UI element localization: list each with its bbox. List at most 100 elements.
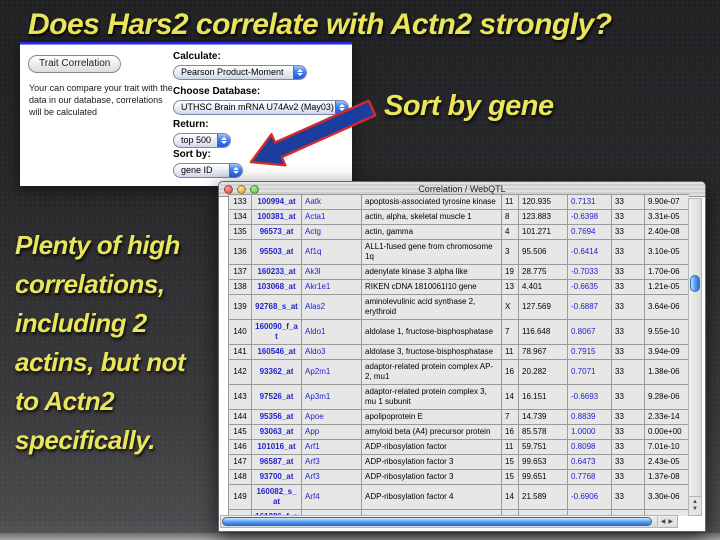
calculate-select[interactable]: Pearson Product-Moment <box>173 65 307 80</box>
cell-pos: 99.651 <box>519 470 568 485</box>
cell-corr: -0.6906 <box>568 485 612 510</box>
cell-p: 7.01e-10 <box>645 440 690 455</box>
cell-probe[interactable]: 96587_at <box>252 455 302 470</box>
cell-chr: 16 <box>502 360 519 385</box>
cell-p: 3.30e-06 <box>645 485 690 510</box>
vertical-scrollbar-thumb[interactable] <box>690 275 700 292</box>
cell-idx: 140 <box>229 320 252 345</box>
trait-correlation-button[interactable]: Trait Correlation <box>28 55 121 73</box>
table-row: 140160090_f_atAldo1aldolase 1, fructose-… <box>229 320 690 345</box>
cell-p: 2.40e-08 <box>645 225 690 240</box>
cell-probe[interactable]: 93063_at <box>252 425 302 440</box>
scroll-left-icon[interactable]: ◀ <box>661 519 666 525</box>
cell-gene[interactable]: Arf4 <box>302 485 362 510</box>
cell-probe[interactable]: 101016_at <box>252 440 302 455</box>
table-row: 13992768_s_atAlas2aminolevulinic acid sy… <box>229 295 690 320</box>
cell-desc: actin, gamma <box>362 225 502 240</box>
close-button[interactable] <box>224 185 233 194</box>
cell-probe[interactable]: 160082_s_at <box>252 485 302 510</box>
form-description: Your can compare your trait with the dat… <box>29 82 177 118</box>
cell-probe[interactable]: 93700_at <box>252 470 302 485</box>
cell-n: 33 <box>612 410 645 425</box>
cell-gene[interactable]: Acta1 <box>302 210 362 225</box>
cell-probe[interactable]: 103068_at <box>252 280 302 295</box>
cell-n: 33 <box>612 320 645 345</box>
cell-probe[interactable]: 93362_at <box>252 360 302 385</box>
cell-probe[interactable]: 95356_at <box>252 410 302 425</box>
cell-gene[interactable]: Ap3m1 <box>302 385 362 410</box>
horizontal-scrollbar-thumb[interactable] <box>222 517 652 526</box>
cell-pos: 85.578 <box>519 425 568 440</box>
cell-pos: 20.282 <box>519 360 568 385</box>
cell-idx: 137 <box>229 265 252 280</box>
zoom-button[interactable] <box>250 185 259 194</box>
cell-pos: 127.569 <box>519 295 568 320</box>
cell-gene[interactable]: Aldo3 <box>302 345 362 360</box>
sort-by-gene-note: Sort by gene <box>384 90 554 123</box>
slide-title: Does Hars2 correlate with Actn2 strongly… <box>28 8 612 42</box>
scroll-up-icon[interactable]: ▲ <box>692 499 698 505</box>
cell-gene[interactable]: Actg <box>302 225 362 240</box>
table-row: 133100994_atAatkapoptosis-associated tyr… <box>229 195 690 210</box>
cell-idx: 135 <box>229 225 252 240</box>
cell-desc: aminolevulinic acid synthase 2, erythroi… <box>362 295 502 320</box>
cell-probe[interactable]: 160090_f_at <box>252 320 302 345</box>
cell-gene[interactable]: Apoe <box>302 410 362 425</box>
sort-by-select[interactable]: gene ID <box>173 163 243 178</box>
cell-pos: 14.739 <box>519 410 568 425</box>
cell-probe[interactable]: 160546_at <box>252 345 302 360</box>
cell-chr: 14 <box>502 485 519 510</box>
cell-gene[interactable]: Aatk <box>302 195 362 210</box>
cell-gene[interactable]: App <box>302 425 362 440</box>
cell-corr: 1.0000 <box>568 425 612 440</box>
scroll-down-icon[interactable]: ▼ <box>692 506 698 512</box>
cell-p: 3.94e-09 <box>645 345 690 360</box>
slide-floor-strip <box>0 533 720 540</box>
table-row: 13596573_atActgactin, gamma4101.2710.769… <box>229 225 690 240</box>
cell-pos: 28.775 <box>519 265 568 280</box>
cell-probe[interactable]: 100994_at <box>252 195 302 210</box>
cell-corr: 0.7131 <box>568 195 612 210</box>
cell-gene[interactable]: Aldo1 <box>302 320 362 345</box>
cell-idx: 142 <box>229 360 252 385</box>
cell-gene[interactable]: Ak3l <box>302 265 362 280</box>
cell-probe[interactable]: 95503_at <box>252 240 302 265</box>
cell-probe[interactable]: 92768_s_at <box>252 295 302 320</box>
cell-desc: adaptor-related protein complex 3, mu 1 … <box>362 385 502 410</box>
cell-pos: 123.883 <box>519 210 568 225</box>
cell-gene[interactable]: Arf1 <box>302 440 362 455</box>
cell-gene[interactable]: Arf3 <box>302 470 362 485</box>
cell-pos: 95.506 <box>519 240 568 265</box>
cell-idx: 134 <box>229 210 252 225</box>
cell-pos: 4.401 <box>519 280 568 295</box>
cell-n: 33 <box>612 295 645 320</box>
table-row: 14397526_atAp3m1adaptor-related protein … <box>229 385 690 410</box>
cell-gene[interactable]: Alas2 <box>302 295 362 320</box>
cell-p: 9.90e-07 <box>645 195 690 210</box>
calculate-label: Calculate: <box>173 51 307 62</box>
cell-probe[interactable]: 96573_at <box>252 225 302 240</box>
vertical-scrollbar[interactable]: ▲ ▼ <box>688 198 702 516</box>
cell-gene[interactable]: Akr1e1 <box>302 280 362 295</box>
scroll-right-icon[interactable]: ▶ <box>668 519 673 525</box>
cell-probe[interactable]: 97526_at <box>252 385 302 410</box>
cell-probe[interactable]: 160233_at <box>252 265 302 280</box>
cell-probe[interactable]: 100381_at <box>252 210 302 225</box>
return-select[interactable]: top 500 <box>173 133 231 148</box>
correlation-table-body: 133100994_atAatkapoptosis-associated tyr… <box>229 195 690 517</box>
window-title: Correlation / WebQTL <box>418 184 505 194</box>
cell-gene[interactable]: Ap2m1 <box>302 360 362 385</box>
minimize-button[interactable] <box>237 185 246 194</box>
cell-n: 33 <box>612 440 645 455</box>
stepper-icon <box>217 134 230 147</box>
cell-corr: 0.8839 <box>568 410 612 425</box>
cell-corr: 0.6473 <box>568 455 612 470</box>
cell-chr: 15 <box>502 470 519 485</box>
horizontal-scrollbar[interactable]: ◀ ▶ <box>220 515 678 528</box>
cell-chr: 19 <box>502 265 519 280</box>
cell-gene[interactable]: Af1q <box>302 240 362 265</box>
cell-gene[interactable]: Arf3 <box>302 455 362 470</box>
cell-idx: 148 <box>229 470 252 485</box>
correlation-table: 133100994_atAatkapoptosis-associated tyr… <box>228 194 689 516</box>
cell-idx: 136 <box>229 240 252 265</box>
